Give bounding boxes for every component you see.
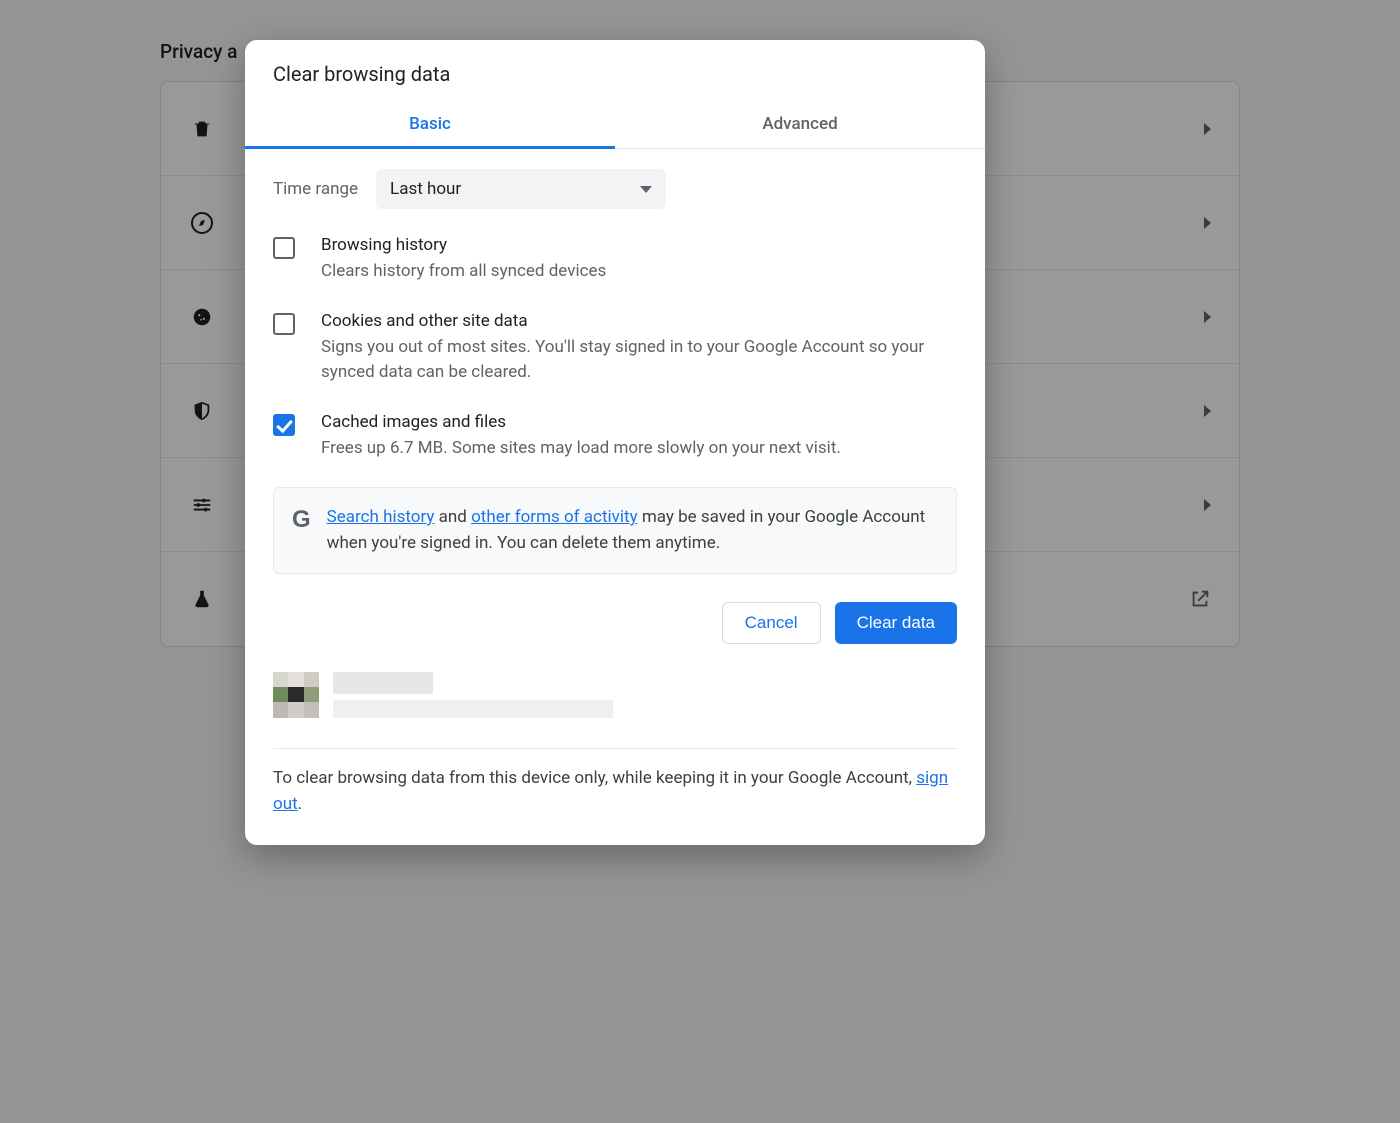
dialog-title: Clear browsing data [245, 40, 985, 100]
tab-advanced[interactable]: Advanced [615, 100, 985, 148]
clear-data-button[interactable]: Clear data [835, 602, 957, 644]
chevron-down-icon [640, 186, 652, 193]
option-title: Browsing history [321, 235, 606, 255]
google-account-info: G Search history and other forms of acti… [273, 487, 957, 574]
footer-text: To clear browsing data from this device … [245, 765, 985, 846]
checkbox-cookies[interactable] [273, 313, 295, 335]
option-browsing-history: Browsing history Clears history from all… [273, 235, 957, 285]
info-text: Search history and other forms of activi… [327, 504, 938, 557]
divider [273, 748, 957, 749]
option-title: Cookies and other site data [321, 311, 957, 331]
option-desc: Clears history from all synced devices [321, 259, 606, 285]
option-title: Cached images and files [321, 412, 841, 432]
checkbox-browsing-history[interactable] [273, 237, 295, 259]
option-desc: Frees up 6.7 MB. Some sites may load mor… [321, 436, 841, 462]
link-other-activity[interactable]: other forms of activity [471, 507, 638, 527]
time-range-label: Time range [273, 179, 358, 199]
google-icon: G [292, 508, 311, 532]
link-search-history[interactable]: Search history [327, 507, 435, 527]
dialog-buttons: Cancel Clear data [245, 602, 985, 672]
cancel-button[interactable]: Cancel [722, 602, 821, 644]
time-range-value: Last hour [390, 179, 461, 199]
clear-browsing-data-dialog: Clear browsing data Basic Advanced Time … [245, 40, 985, 845]
redacted-account-info [273, 672, 957, 732]
dialog-tabs: Basic Advanced [245, 100, 985, 149]
time-range-select[interactable]: Last hour [376, 169, 666, 209]
tab-basic[interactable]: Basic [245, 100, 615, 148]
checkbox-cache[interactable] [273, 414, 295, 436]
option-desc: Signs you out of most sites. You'll stay… [321, 335, 957, 386]
time-range-row: Time range Last hour [273, 169, 957, 209]
option-cookies: Cookies and other site data Signs you ou… [273, 311, 957, 386]
option-cache: Cached images and files Frees up 6.7 MB.… [273, 412, 957, 462]
